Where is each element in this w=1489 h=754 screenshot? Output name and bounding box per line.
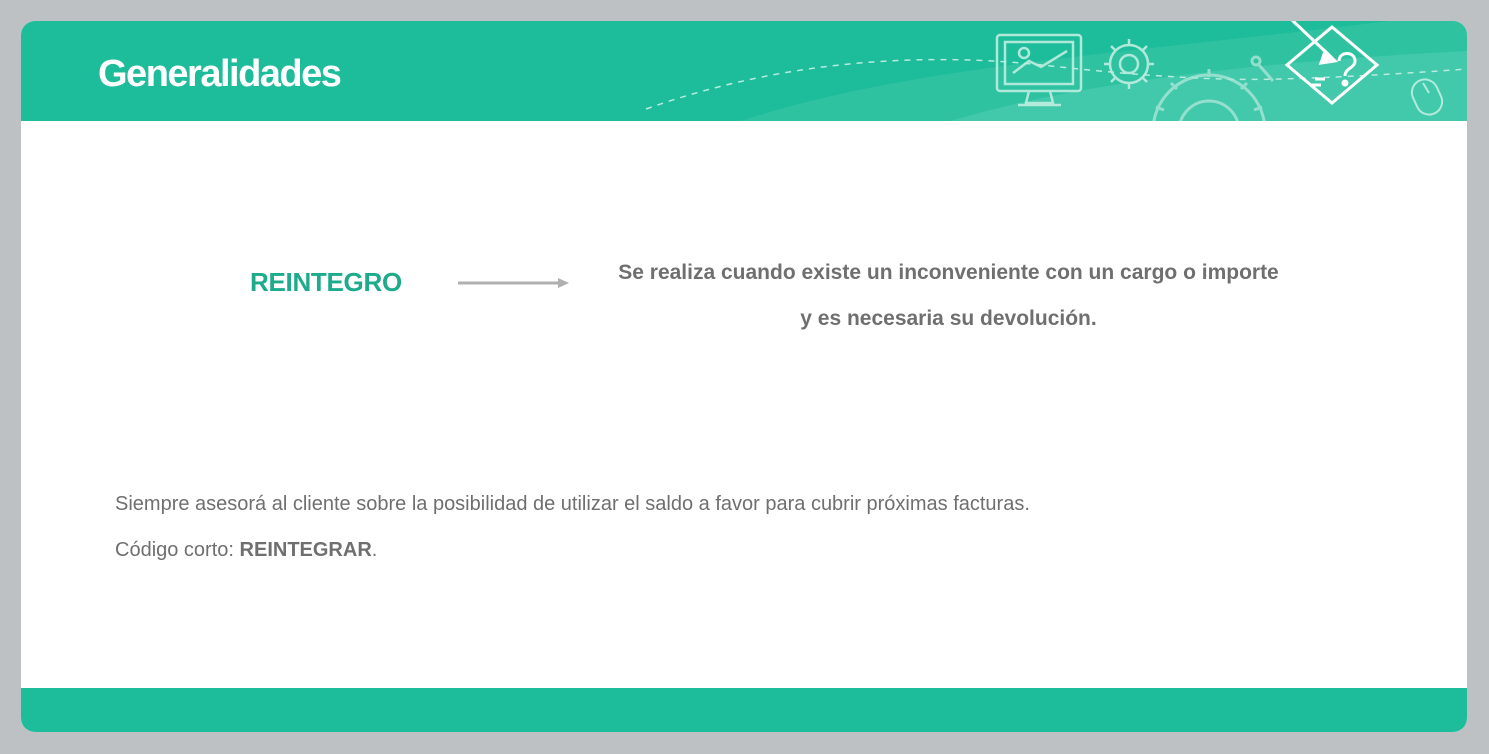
advice-text: Siempre asesorá al cliente sobre la posi…	[115, 493, 1030, 515]
concept-term: REINTEGRO	[250, 267, 402, 297]
advice-note: Siempre asesorá al cliente sobre la posi…	[115, 481, 1030, 573]
short-code-line: Código corto: REINTEGRAR.	[115, 527, 1030, 573]
short-code-suffix: .	[371, 539, 378, 561]
short-code-label: Código corto:	[115, 539, 234, 561]
short-code-value: REINTEGRAR	[239, 539, 372, 561]
arrow-right-icon	[458, 278, 569, 288]
footer-bar	[21, 688, 1467, 732]
slide-card: Generalidades REINTEGRO Se realiza cuand…	[21, 21, 1467, 732]
definition-line-1: Se realiza cuando existe un inconvenient…	[618, 261, 1279, 284]
definition-line-2: y es necesaria su devolución.	[800, 307, 1097, 330]
header-banner: Generalidades	[21, 21, 1467, 121]
concept-definition: Se realiza cuando existe un inconvenient…	[581, 250, 1316, 342]
page-title: Generalidades	[98, 53, 342, 95]
